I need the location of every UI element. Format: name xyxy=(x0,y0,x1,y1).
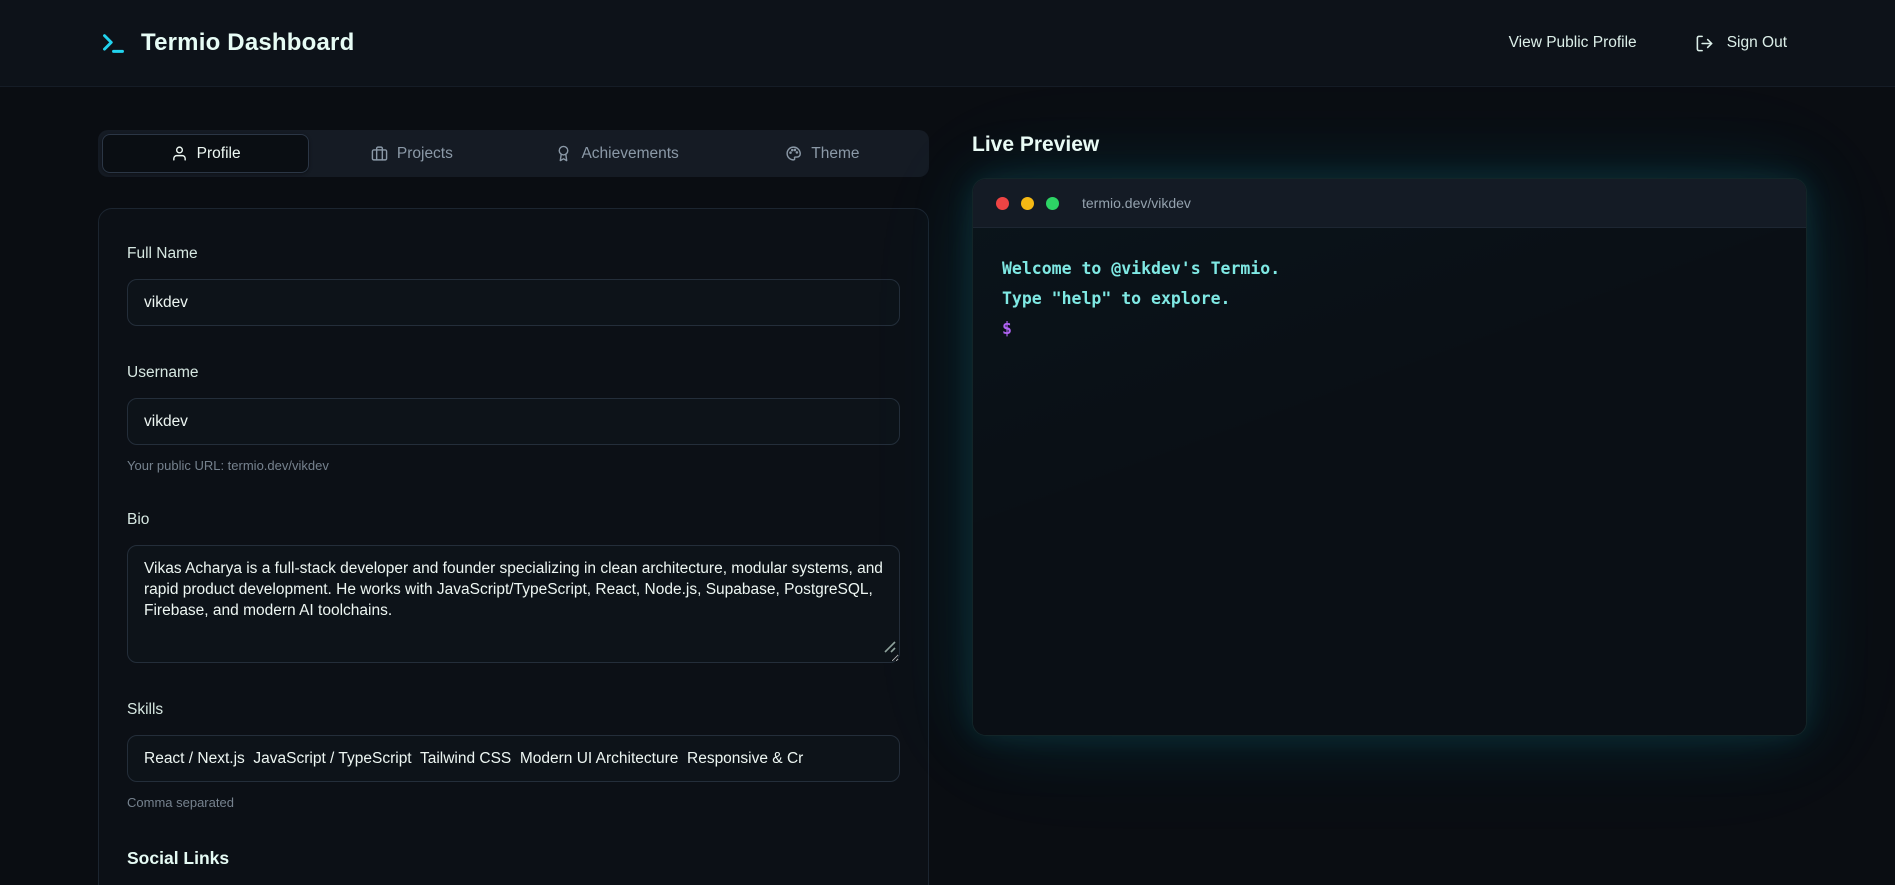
terminal-line: Type "help" to explore. xyxy=(1002,289,1231,308)
view-public-profile-link[interactable]: View Public Profile xyxy=(1509,34,1637,52)
tab-projects[interactable]: Projects xyxy=(309,134,514,173)
app-title: Termio Dashboard xyxy=(141,29,355,56)
tab-achievements[interactable]: Achievements xyxy=(515,134,720,173)
tab-label: Profile xyxy=(196,144,241,162)
tab-profile[interactable]: Profile xyxy=(102,134,310,173)
user-icon xyxy=(171,145,188,162)
header-actions: View Public Profile Sign Out xyxy=(1509,34,1787,53)
sign-out-button[interactable]: Sign Out xyxy=(1695,34,1787,53)
sign-out-label: Sign Out xyxy=(1726,34,1787,51)
right-column: Live Preview termio.dev/vikdev Welcome t… xyxy=(972,130,1807,736)
full-name-input[interactable] xyxy=(127,279,900,326)
live-preview-heading: Live Preview xyxy=(972,133,1100,156)
terminal-body: Welcome to @vikdev's Termio. Type "help"… xyxy=(973,228,1806,735)
red-dot-icon xyxy=(996,196,1009,210)
full-name-label: Full Name xyxy=(127,245,198,262)
tab-label: Achievements xyxy=(581,144,679,162)
tab-theme[interactable]: Theme xyxy=(720,134,925,173)
logout-icon xyxy=(1695,34,1714,53)
bio-field-group: Bio Vikas Acharya is a full-stack develo… xyxy=(127,511,900,663)
skills-field-group: Skills Comma separated xyxy=(127,701,900,810)
palette-icon xyxy=(785,145,802,162)
username-input[interactable] xyxy=(127,398,900,445)
terminal-address: termio.dev/vikdev xyxy=(1082,195,1191,211)
green-dot-icon xyxy=(1046,196,1059,210)
tab-bar: Profile Projects Achievements Theme xyxy=(98,130,929,177)
bio-textarea-wrap: Vikas Acharya is a full-stack developer … xyxy=(127,545,900,663)
skills-input[interactable] xyxy=(127,735,900,782)
bio-label: Bio xyxy=(127,511,150,528)
brand: Termio Dashboard xyxy=(100,29,354,57)
bio-textarea[interactable]: Vikas Acharya is a full-stack developer … xyxy=(127,545,900,663)
full-name-field-group: Full Name xyxy=(127,245,900,326)
terminal-preview-window: termio.dev/vikdev Welcome to @vikdev's T… xyxy=(972,178,1807,736)
main-content: Profile Projects Achievements Theme Full… xyxy=(0,87,1895,885)
award-icon xyxy=(555,145,572,162)
tab-label: Projects xyxy=(396,144,453,162)
left-column: Profile Projects Achievements Theme Full… xyxy=(98,130,929,885)
public-url-helper: Your public URL: termio.dev/vikdev xyxy=(127,458,329,473)
yellow-dot-icon xyxy=(1021,196,1034,210)
tab-label: Theme xyxy=(811,144,860,162)
skills-helper: Comma separated xyxy=(127,795,234,810)
username-label: Username xyxy=(127,364,199,381)
briefcase-icon xyxy=(371,145,388,162)
terminal-prompt-icon xyxy=(100,30,127,57)
terminal-prompt: $ xyxy=(1002,319,1012,338)
profile-form-card: Full Name Username Your public URL: term… xyxy=(98,208,929,885)
social-links-heading: Social Links xyxy=(127,848,230,868)
terminal-titlebar: termio.dev/vikdev xyxy=(973,179,1806,228)
skills-label: Skills xyxy=(127,701,164,718)
username-field-group: Username Your public URL: termio.dev/vik… xyxy=(127,364,900,473)
app-header: Termio Dashboard View Public Profile Sig… xyxy=(0,0,1895,87)
terminal-line: Welcome to @vikdev's Termio. xyxy=(1002,259,1281,278)
